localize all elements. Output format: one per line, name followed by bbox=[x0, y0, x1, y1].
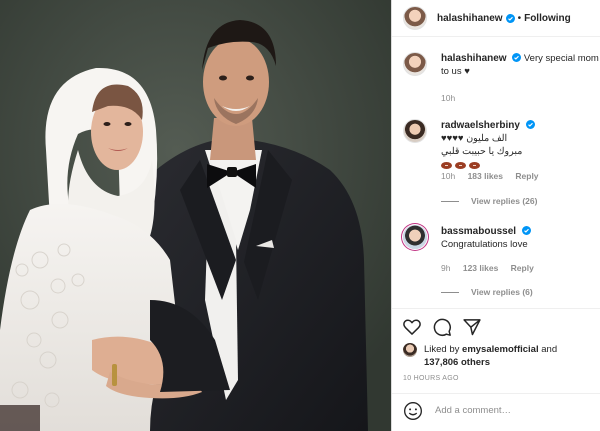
caption-username[interactable]: halashihanew bbox=[441, 53, 507, 64]
comment-text: Congratulations love bbox=[441, 239, 528, 250]
reply-button[interactable]: Reply bbox=[511, 263, 534, 273]
add-comment-bar: Add a comment… bbox=[392, 393, 600, 427]
post-header: halashihanew • Following bbox=[392, 0, 600, 37]
instagram-post: halashihanew • Following halashihanew Ve… bbox=[0, 0, 600, 431]
replies-divider-line bbox=[441, 291, 459, 293]
caption-body: halashihanew Very special mom to us ♥ bbox=[441, 52, 600, 78]
heart-icon[interactable] bbox=[402, 317, 422, 337]
commenter-username[interactable]: radwaelsherbiny bbox=[441, 120, 520, 131]
caption-meta: 10h bbox=[441, 93, 465, 103]
liked-by-text: Liked by emysalemofficial and 137,806 ot… bbox=[424, 343, 557, 369]
view-replies-label: View replies (6) bbox=[471, 287, 533, 297]
caption-text: Very special mom bbox=[523, 53, 599, 64]
reply-button[interactable]: Reply bbox=[515, 171, 538, 181]
comment-body: radwaelsherbiny الف مليون ♥♥♥♥ مبروك يا … bbox=[441, 119, 600, 172]
post-photo[interactable] bbox=[0, 0, 391, 431]
commenter-avatar[interactable] bbox=[403, 119, 427, 143]
comment: radwaelsherbiny الف مليون ♥♥♥♥ مبروك يا … bbox=[403, 119, 600, 214]
comment: bassmaboussel Congratulations love 9h 12… bbox=[403, 225, 600, 305]
couple-illustration bbox=[0, 0, 391, 431]
comment-bubble-icon[interactable] bbox=[432, 317, 452, 337]
comment-likes[interactable]: 123 likes bbox=[463, 263, 498, 273]
caption-time: 10h bbox=[441, 93, 456, 103]
comment-time: 9h bbox=[441, 263, 451, 273]
view-replies-button[interactable]: View replies (26) bbox=[441, 196, 537, 206]
view-replies-label: View replies (26) bbox=[471, 196, 538, 206]
liker-avatar[interactable] bbox=[403, 343, 417, 357]
following-button[interactable]: Following bbox=[524, 13, 571, 24]
liked-by: Liked by emysalemofficial and 137,806 ot… bbox=[403, 343, 557, 369]
rugby-ball-icon bbox=[455, 162, 466, 169]
comment-likes[interactable]: 183 likes bbox=[468, 171, 503, 181]
verified-badge-icon bbox=[521, 226, 531, 235]
rugby-ball-icon bbox=[441, 162, 452, 169]
rugby-ball-icon bbox=[469, 162, 480, 169]
comment-meta: 10h 183 likes Reply bbox=[441, 171, 549, 181]
post-actions: Liked by emysalemofficial and 137,806 ot… bbox=[392, 308, 600, 426]
header-separator: • bbox=[517, 12, 522, 24]
caption: halashihanew Very special mom to us ♥ 10… bbox=[403, 52, 600, 112]
view-replies-button[interactable]: View replies (6) bbox=[441, 287, 533, 297]
author-avatar[interactable] bbox=[403, 6, 427, 30]
liked-user[interactable]: emysalemofficial bbox=[462, 344, 539, 355]
author-username[interactable]: halashihanew bbox=[437, 13, 503, 24]
verified-badge-icon bbox=[512, 53, 522, 62]
post-side-panel: halashihanew • Following halashihanew Ve… bbox=[391, 0, 600, 431]
caption-text-line2: to us ♥ bbox=[441, 66, 470, 77]
replies-divider-line bbox=[441, 200, 459, 202]
comment-text-line2: مبروك يا حبيبت قلبي bbox=[441, 146, 523, 157]
comment-body: bassmaboussel Congratulations love bbox=[441, 225, 600, 251]
comment-time: 10h bbox=[441, 171, 456, 181]
paper-plane-icon[interactable] bbox=[462, 317, 482, 337]
liked-and: and bbox=[541, 344, 558, 355]
verified-badge-icon bbox=[505, 13, 515, 23]
smiley-icon[interactable] bbox=[403, 401, 423, 421]
post-timestamp[interactable]: 10 HOURS AGO bbox=[403, 375, 459, 382]
commenter-username[interactable]: bassmaboussel bbox=[441, 226, 516, 237]
commenter-avatar[interactable] bbox=[403, 225, 427, 249]
comment-meta: 9h 123 likes Reply bbox=[441, 263, 544, 273]
caption-avatar[interactable] bbox=[403, 52, 427, 76]
liked-prefix: Liked by bbox=[424, 344, 460, 355]
liked-count[interactable]: 137,806 others bbox=[424, 357, 490, 368]
verified-badge-icon bbox=[525, 120, 535, 129]
add-comment-input[interactable]: Add a comment… bbox=[435, 405, 511, 416]
comment-text-line1: الف مليون ♥♥♥♥ bbox=[441, 133, 508, 144]
